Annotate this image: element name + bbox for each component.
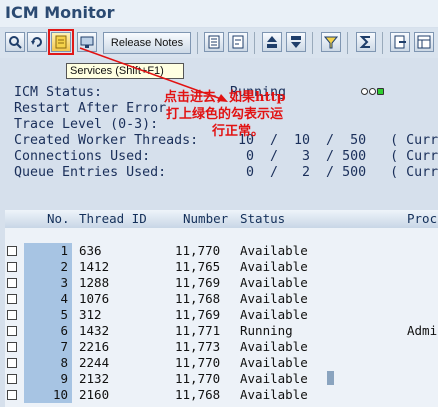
connections-label: Connections Used: xyxy=(14,149,151,164)
row-thread-id: 1076 xyxy=(79,291,110,306)
table-row[interactable]: 3 1288 11,769 Available xyxy=(5,275,438,291)
row-no: 8 xyxy=(24,355,72,371)
row-thread-id: 1412 xyxy=(79,259,110,274)
row-status: Available xyxy=(240,371,308,386)
annotation-line-2: 打上绿色的勾表示运 xyxy=(166,107,284,122)
queue-label: Queue Entries Used: xyxy=(14,165,167,180)
row-no: 1 xyxy=(24,243,72,259)
row-no: 3 xyxy=(24,275,72,291)
row-status: Available xyxy=(240,275,308,290)
row-thread-id: 1432 xyxy=(79,323,110,338)
row-no: 6 xyxy=(24,323,72,339)
row-status: Available xyxy=(240,259,308,274)
row-number: 11,768 xyxy=(175,291,221,306)
row-number: 11,771 xyxy=(175,323,221,338)
row-number: 11,769 xyxy=(175,307,221,322)
table-row[interactable]: 2 1412 11,765 Available xyxy=(5,259,438,275)
status-light-green-icon xyxy=(377,88,384,95)
row-number: 11,770 xyxy=(175,243,221,258)
table-row[interactable]: 8 2244 11,770 Available xyxy=(5,355,438,371)
row-select-checkbox[interactable] xyxy=(7,390,17,400)
table-row[interactable]: 10 2160 11,768 Available xyxy=(5,387,438,403)
row-status: Available xyxy=(240,355,308,370)
row-number: 11,770 xyxy=(175,371,221,386)
col-header-number[interactable]: Number xyxy=(183,210,228,228)
row-proc: Admi xyxy=(407,323,438,338)
threads-table: No. Thread ID Number Status Proc 1 636 11,… xyxy=(5,210,438,407)
row-status: Available xyxy=(240,339,308,354)
row-thread-id: 2132 xyxy=(79,371,110,386)
row-marker xyxy=(327,371,334,385)
row-no: 2 xyxy=(24,259,72,275)
row-no: 10 xyxy=(24,387,72,403)
table-row[interactable]: 4 1076 11,768 Available xyxy=(5,291,438,307)
row-status: Running xyxy=(240,323,293,338)
table-header: No. Thread ID Number Status Proc xyxy=(5,210,438,228)
annotation-note: 点击进去，如果http 打上绿色的勾表示运 行正常。 xyxy=(164,89,324,140)
row-select-checkbox[interactable] xyxy=(7,246,17,256)
row-select-checkbox[interactable] xyxy=(7,294,17,304)
row-number: 11,765 xyxy=(175,259,221,274)
row-number: 11,768 xyxy=(175,387,221,402)
row-select-checkbox[interactable] xyxy=(7,262,17,272)
table-row[interactable]: 6 1432 11,771 Running Admi xyxy=(5,323,438,339)
table-row[interactable]: 1 636 11,770 Available xyxy=(5,243,438,259)
row-number: 11,769 xyxy=(175,275,221,290)
row-select-checkbox[interactable] xyxy=(7,326,17,336)
trace-level-label: Trace Level (0-3): xyxy=(14,117,159,132)
col-header-status[interactable]: Status xyxy=(240,210,285,228)
row-select-checkbox[interactable] xyxy=(7,374,17,384)
row-thread-id: 2244 xyxy=(79,355,110,370)
status-light-yellow xyxy=(369,88,376,95)
table-row[interactable]: 9 2132 11,770 Available xyxy=(5,371,438,387)
row-thread-id: 312 xyxy=(79,307,102,322)
restart-label: Restart After Error xyxy=(14,101,167,116)
row-select-checkbox[interactable] xyxy=(7,358,17,368)
row-number: 11,770 xyxy=(175,355,221,370)
row-no: 7 xyxy=(24,339,72,355)
row-status: Available xyxy=(240,243,308,258)
row-status: Available xyxy=(240,291,308,306)
col-header-no[interactable]: No. xyxy=(47,210,70,228)
row-select-checkbox[interactable] xyxy=(7,310,17,320)
row-status: Available xyxy=(240,387,308,402)
row-select-checkbox[interactable] xyxy=(7,278,17,288)
row-thread-id: 1288 xyxy=(79,275,110,290)
queue-values: 0 / 2 / 500 ( Curr xyxy=(246,165,438,180)
row-no: 4 xyxy=(24,291,72,307)
row-status: Available xyxy=(240,307,308,322)
table-row[interactable]: 5 312 11,769 Available xyxy=(5,307,438,323)
row-no: 5 xyxy=(24,307,72,323)
connections-values: 0 / 3 / 500 ( Curr xyxy=(246,149,438,164)
status-light-red xyxy=(361,88,368,95)
row-thread-id: 636 xyxy=(79,243,102,258)
icm-status-label: ICM Status: xyxy=(14,85,103,100)
row-thread-id: 2160 xyxy=(79,387,110,402)
row-select-checkbox[interactable] xyxy=(7,342,17,352)
annotation-line-1: 点击进去，如果http xyxy=(164,90,286,105)
row-number: 11,773 xyxy=(175,339,221,354)
row-no: 9 xyxy=(24,371,72,387)
col-header-thread-id[interactable]: Thread ID xyxy=(79,210,147,228)
annotation-line-3: 行正常。 xyxy=(212,124,265,139)
table-row[interactable]: 7 2216 11,773 Available xyxy=(5,339,438,355)
col-header-proc[interactable]: Proc xyxy=(407,210,437,228)
row-thread-id: 2216 xyxy=(79,339,110,354)
